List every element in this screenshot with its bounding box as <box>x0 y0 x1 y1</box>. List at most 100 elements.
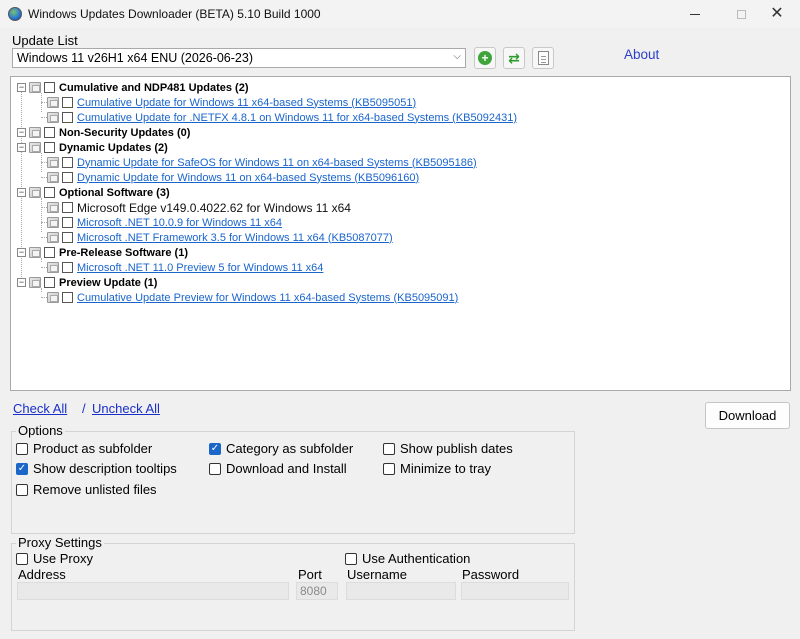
collapse-toggle-icon[interactable]: − <box>17 128 26 137</box>
update-checkbox[interactable] <box>62 202 73 213</box>
port-label: Port <box>298 567 322 582</box>
tree-category[interactable]: − Dynamic Updates (2) <box>17 140 168 155</box>
update-checkbox[interactable] <box>62 292 73 303</box>
tree-category[interactable]: − Cumulative and NDP481 Updates (2) <box>17 80 249 95</box>
category-checkbox[interactable] <box>44 127 55 138</box>
update-checkbox[interactable] <box>62 172 73 183</box>
address-field[interactable] <box>17 582 289 600</box>
tree-update-item[interactable]: Microsoft .NET 11.0 Preview 5 for Window… <box>47 260 323 275</box>
category-label: Non-Security Updates (0) <box>59 126 191 139</box>
minimize-tray-option[interactable]: Minimize to tray <box>383 461 491 476</box>
category-checkbox[interactable] <box>44 277 55 288</box>
username-field[interactable] <box>346 582 456 600</box>
collapse-toggle-icon[interactable]: − <box>17 278 26 287</box>
update-list-dropdown[interactable]: Windows 11 v26H1 x64 ENU (2026-06-23) ⌵ <box>12 48 466 68</box>
category-label: Preview Update (1) <box>59 276 158 289</box>
category-checkbox[interactable] <box>44 82 55 93</box>
tree-update-item[interactable]: Dynamic Update for Windows 11 on x64-bas… <box>47 170 419 185</box>
use-proxy-option[interactable]: Use Proxy <box>16 551 93 566</box>
tooltips-label: Show description tooltips <box>33 461 177 476</box>
download-install-option[interactable]: Download and Install <box>209 461 347 476</box>
package-icon <box>47 262 59 273</box>
password-field[interactable] <box>461 582 569 600</box>
tree-category[interactable]: − Optional Software (3) <box>17 185 170 200</box>
category-subfolder-label: Category as subfolder <box>226 441 354 456</box>
address-label: Address <box>18 567 66 582</box>
category-checkbox[interactable] <box>44 247 55 258</box>
download-install-checkbox[interactable] <box>209 462 221 475</box>
update-label[interactable]: Microsoft .NET 11.0 Preview 5 for Window… <box>77 262 323 274</box>
category-subfolder-checkbox[interactable] <box>209 442 221 455</box>
tree-update-item[interactable]: Microsoft .NET 10.0.9 for Windows 11 x64 <box>47 215 282 230</box>
tree-update-item[interactable]: Cumulative Update for Windows 11 x64-bas… <box>47 95 416 110</box>
uncheck-all-link[interactable]: Uncheck All <box>92 401 160 416</box>
tree-category[interactable]: − Pre-Release Software (1) <box>17 245 188 260</box>
update-label[interactable]: Dynamic Update for SafeOS for Windows 11… <box>77 157 477 169</box>
package-icon <box>29 277 41 288</box>
collapse-toggle-icon[interactable]: − <box>17 248 26 257</box>
use-proxy-label: Use Proxy <box>33 551 93 566</box>
update-label[interactable]: Cumulative Update for Windows 11 x64-bas… <box>77 97 416 109</box>
tooltips-checkbox[interactable] <box>16 462 28 475</box>
package-icon <box>47 97 59 108</box>
publish-dates-option[interactable]: Show publish dates <box>383 441 513 456</box>
category-label: Pre-Release Software (1) <box>59 246 188 259</box>
add-list-button[interactable]: + <box>474 47 496 69</box>
collapse-toggle-icon[interactable]: − <box>17 83 26 92</box>
update-checkbox[interactable] <box>62 112 73 123</box>
tree-update-item[interactable]: Cumulative Update for .NETFX 4.8.1 on Wi… <box>47 110 517 125</box>
document-button[interactable] <box>532 47 554 69</box>
tree-update-item[interactable]: Dynamic Update for SafeOS for Windows 11… <box>47 155 477 170</box>
update-label[interactable]: Microsoft .NET Framework 3.5 for Windows… <box>77 232 393 244</box>
minimize-tray-checkbox[interactable] <box>383 462 395 475</box>
update-checkbox[interactable] <box>62 232 73 243</box>
about-link[interactable]: About <box>624 47 659 62</box>
collapse-toggle-icon[interactable]: − <box>17 143 26 152</box>
tree-update-item[interactable]: Cumulative Update Preview for Windows 11… <box>47 290 458 305</box>
tree-update-item[interactable]: Microsoft .NET Framework 3.5 for Windows… <box>47 230 393 245</box>
remove-unlisted-option[interactable]: Remove unlisted files <box>16 482 157 497</box>
update-checkbox[interactable] <box>62 217 73 228</box>
product-subfolder-checkbox[interactable] <box>16 442 28 455</box>
update-label[interactable]: Cumulative Update for .NETFX 4.8.1 on Wi… <box>77 112 517 124</box>
minimize-icon <box>690 13 700 15</box>
close-button[interactable]: ✕ <box>754 0 800 28</box>
category-subfolder-option[interactable]: Category as subfolder <box>209 441 353 456</box>
update-label[interactable]: Microsoft .NET 10.0.9 for Windows 11 x64 <box>77 217 282 229</box>
remove-unlisted-checkbox[interactable] <box>16 483 28 496</box>
package-icon <box>47 157 59 168</box>
port-field[interactable]: 8080 <box>296 582 338 600</box>
check-all-link[interactable]: Check All <box>13 401 67 416</box>
tree-update-item[interactable]: Microsoft Edge v149.0.4022.62 for Window… <box>47 200 351 215</box>
update-label[interactable]: Cumulative Update Preview for Windows 11… <box>77 292 458 304</box>
update-checkbox[interactable] <box>62 262 73 273</box>
update-list-label: Update List <box>12 33 78 48</box>
app-globe-icon <box>8 7 22 21</box>
proxy-title: Proxy Settings <box>16 535 104 550</box>
publish-dates-checkbox[interactable] <box>383 442 395 455</box>
update-checkbox[interactable] <box>62 97 73 108</box>
package-icon <box>47 217 59 228</box>
remove-unlisted-label: Remove unlisted files <box>33 482 157 497</box>
category-checkbox[interactable] <box>44 142 55 153</box>
tooltips-option[interactable]: Show description tooltips <box>16 461 177 476</box>
category-checkbox[interactable] <box>44 187 55 198</box>
package-icon <box>47 292 59 303</box>
document-icon <box>537 51 549 65</box>
tree-category[interactable]: − Preview Update (1) <box>17 275 157 290</box>
updates-tree[interactable]: − Cumulative and NDP481 Updates (2) Cumula… <box>10 76 791 391</box>
package-icon <box>29 187 41 198</box>
refresh-button[interactable]: ⇄ <box>503 47 525 69</box>
update-label[interactable]: Dynamic Update for Windows 11 on x64-bas… <box>77 172 419 184</box>
update-checkbox[interactable] <box>62 157 73 168</box>
product-subfolder-option[interactable]: Product as subfolder <box>16 441 152 456</box>
minimize-button[interactable] <box>672 0 718 28</box>
collapse-toggle-icon[interactable]: − <box>17 188 26 197</box>
category-label: Cumulative and NDP481 Updates (2) <box>59 81 249 94</box>
package-icon <box>47 112 59 123</box>
use-auth-checkbox[interactable] <box>345 552 357 565</box>
use-proxy-checkbox[interactable] <box>16 552 28 565</box>
tree-category[interactable]: − Non-Security Updates (0) <box>17 125 190 140</box>
use-auth-option[interactable]: Use Authentication <box>345 551 470 566</box>
download-button[interactable]: Download <box>705 402 790 429</box>
